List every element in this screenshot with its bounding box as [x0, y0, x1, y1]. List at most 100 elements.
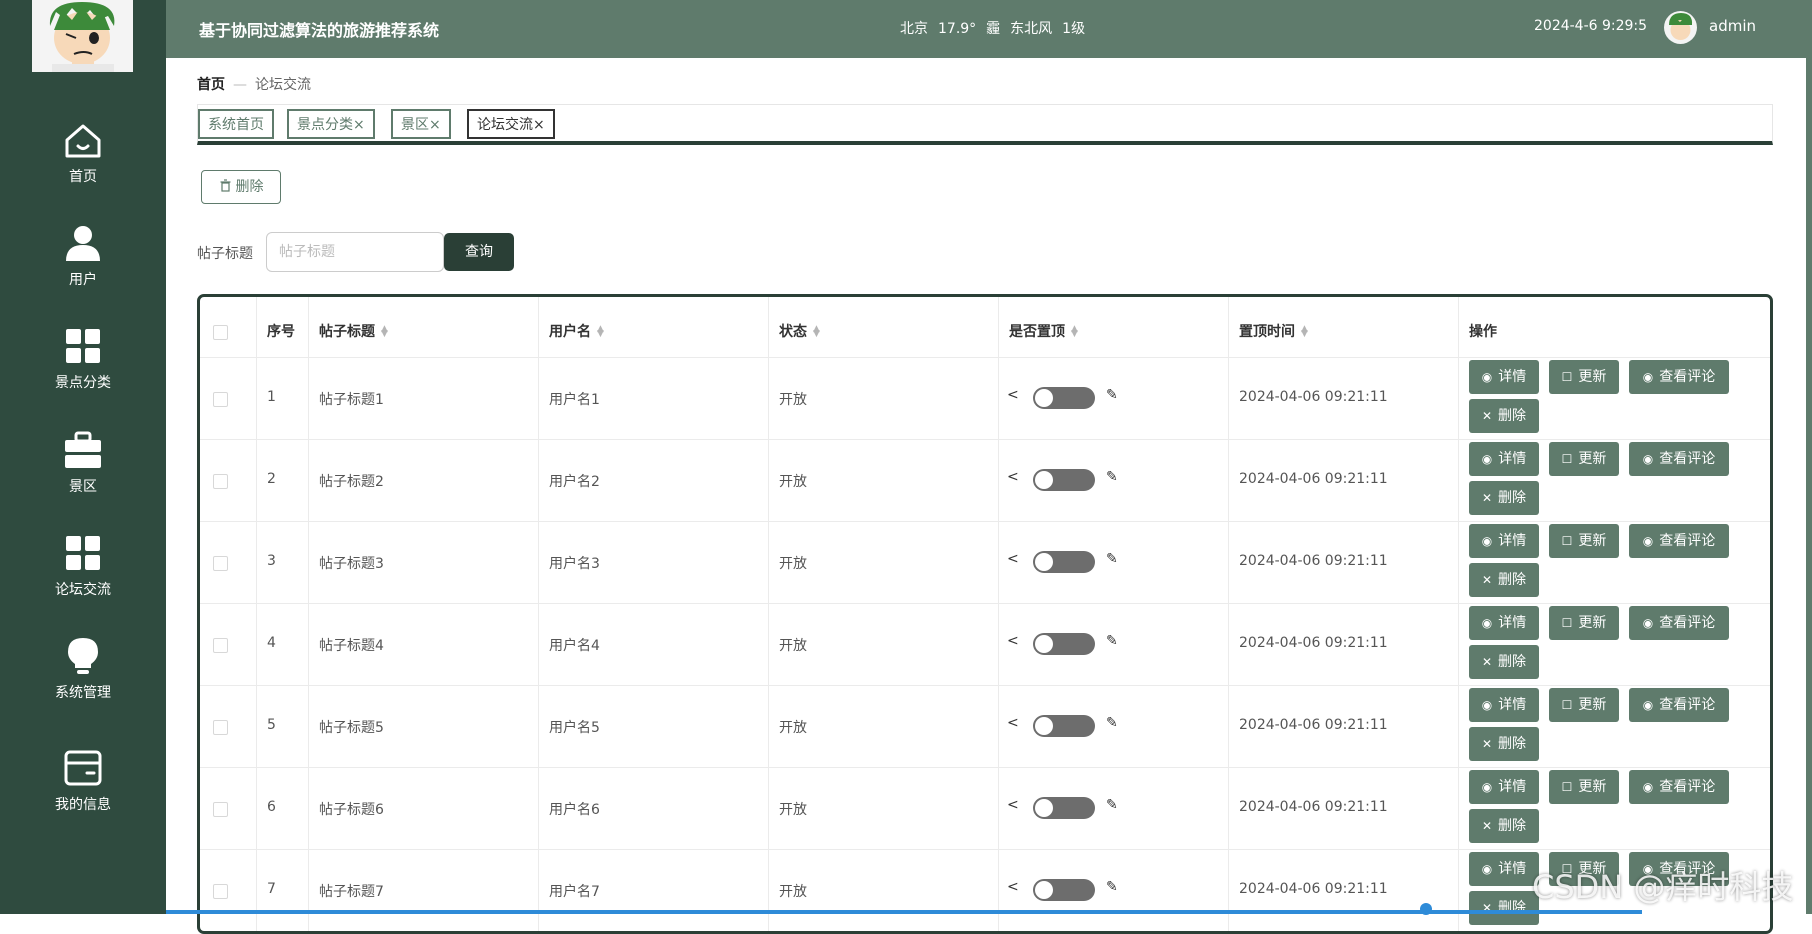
update-button[interactable]: ☐ 更新	[1549, 770, 1619, 804]
eye-icon: ◉	[1481, 534, 1493, 548]
delete-button[interactable]: ✕ 删除	[1469, 809, 1539, 843]
sort-icon[interactable]: ▲ ▼	[1301, 325, 1308, 339]
delete-button[interactable]: ✕ 删除	[1469, 645, 1539, 679]
sidebar-item-user[interactable]: 用户	[0, 221, 166, 313]
column-header-status[interactable]: 状态 ▲ ▼	[779, 321, 820, 341]
detail-button[interactable]: ◉ 详情	[1469, 442, 1539, 476]
pin-toggle[interactable]	[1033, 551, 1095, 573]
breadcrumb-home[interactable]: 首页	[197, 77, 225, 93]
pin-toggle[interactable]	[1033, 797, 1095, 819]
delete-button[interactable]: ✕ 删除	[1469, 891, 1539, 925]
edit-pen-icon[interactable]: ✎	[1106, 633, 1118, 649]
sidebar-item-category[interactable]: 景点分类	[0, 324, 166, 416]
switch-left-icon: <	[1007, 879, 1019, 895]
close-icon[interactable]: ×	[353, 117, 365, 133]
column-header-pin-time[interactable]: 置顶时间 ▲ ▼	[1239, 321, 1308, 341]
delete-button[interactable]: ✕ 删除	[1469, 563, 1539, 597]
scroll-handle[interactable]	[1420, 903, 1432, 915]
close-icon[interactable]: ×	[429, 117, 441, 133]
view-comments-button[interactable]: ◉ 查看评论	[1629, 770, 1729, 804]
delete-button[interactable]: ✕ 删除	[1469, 481, 1539, 515]
tab-scenic[interactable]: 景区×	[391, 109, 451, 139]
view-comments-button[interactable]: ◉ 查看评论	[1629, 606, 1729, 640]
update-button[interactable]: ☐ 更新	[1549, 442, 1619, 476]
column-header-title[interactable]: 帖子标题 ▲ ▼	[319, 321, 388, 341]
update-button[interactable]: ☐ 更新	[1549, 688, 1619, 722]
row-checkbox[interactable]	[213, 638, 228, 653]
batch-delete-button[interactable]: 删除	[201, 170, 281, 204]
update-button[interactable]: ☐ 更新	[1549, 524, 1619, 558]
edit-pen-icon[interactable]: ✎	[1106, 797, 1118, 813]
select-all-checkbox[interactable]	[213, 325, 228, 340]
edit-pen-icon[interactable]: ✎	[1106, 879, 1118, 895]
column-header-username[interactable]: 用户名 ▲ ▼	[549, 321, 604, 341]
search-input[interactable]	[266, 232, 444, 272]
edit-pen-icon[interactable]: ✎	[1106, 469, 1118, 485]
view-comments-button[interactable]: ◉ 查看评论	[1629, 524, 1729, 558]
edit-pen-icon[interactable]: ✎	[1106, 551, 1118, 567]
detail-button[interactable]: ◉ 详情	[1469, 770, 1539, 804]
row-checkbox[interactable]	[213, 802, 228, 817]
delete-button[interactable]: ✕ 删除	[1469, 399, 1539, 433]
button-label: 删除	[1498, 736, 1527, 752]
sidebar-item-system[interactable]: 系统管理	[0, 634, 166, 726]
column-header-pinned[interactable]: 是否置顶 ▲ ▼	[1009, 321, 1078, 341]
toggle-knob	[1035, 717, 1053, 735]
close-icon[interactable]: ×	[533, 117, 545, 133]
detail-button[interactable]: ◉ 详情	[1469, 360, 1539, 394]
detail-button[interactable]: ◉ 详情	[1469, 606, 1539, 640]
row-checkbox[interactable]	[213, 884, 228, 899]
home-icon	[65, 124, 101, 158]
tab-forum[interactable]: 论坛交流×	[467, 109, 555, 139]
toggle-knob	[1035, 881, 1053, 899]
row-checkbox[interactable]	[213, 720, 228, 735]
edit-pen-icon[interactable]: ✎	[1106, 387, 1118, 403]
detail-button[interactable]: ◉ 详情	[1469, 688, 1539, 722]
edit-icon: ☐	[1561, 452, 1573, 466]
row-checkbox[interactable]	[213, 392, 228, 407]
sort-icon[interactable]: ▲ ▼	[813, 325, 820, 339]
query-button[interactable]: 查询	[444, 233, 514, 271]
edit-pen-icon[interactable]: ✎	[1106, 715, 1118, 731]
sidebar-item-profile[interactable]: 我的信息	[0, 746, 166, 838]
datetime: 2024-4-6 9:29:5	[1534, 18, 1648, 34]
sort-icon[interactable]: ▲ ▼	[1071, 325, 1078, 339]
pin-toggle[interactable]	[1033, 715, 1095, 737]
view-comments-button[interactable]: ◉ 查看评论	[1629, 360, 1729, 394]
sort-icon[interactable]: ▲ ▼	[381, 325, 388, 339]
row-pin-time: 2024-04-06 09:21:11	[1239, 635, 1388, 651]
pin-toggle[interactable]	[1033, 879, 1095, 901]
view-comments-button[interactable]: ◉ 查看评论	[1629, 442, 1729, 476]
delete-button[interactable]: ✕ 删除	[1469, 727, 1539, 761]
sidebar-item-scenic[interactable]: 景区	[0, 428, 166, 520]
update-button[interactable]: ☐ 更新	[1549, 606, 1619, 640]
row-pin-time: 2024-04-06 09:21:11	[1239, 881, 1388, 897]
row-status: 开放	[779, 474, 807, 490]
weather-widget: 北京 17.9° 霾东北风 1级	[900, 18, 1095, 38]
column-header-label: 状态	[779, 324, 807, 340]
pin-toggle[interactable]	[1033, 469, 1095, 491]
username[interactable]: admin	[1709, 17, 1756, 35]
user-avatar[interactable]	[1664, 11, 1697, 44]
table-row: 6 帖子标题6 用户名6 开放 < ✎ 2024-04-06 09:21:11 ◉ 详情 ☐ 更新 ◉…	[200, 767, 1770, 849]
row-title: 帖子标题3	[319, 556, 384, 572]
sort-icon[interactable]: ▲ ▼	[597, 325, 604, 339]
view-comments-button[interactable]: ◉ 查看评论	[1629, 688, 1729, 722]
sidebar-item-home[interactable]: 首页	[0, 118, 166, 210]
window-scrollbar[interactable]	[1806, 0, 1812, 914]
eye-icon: ◉	[1642, 452, 1654, 466]
tab-category[interactable]: 景点分类×	[287, 109, 375, 139]
pin-toggle[interactable]	[1033, 387, 1095, 409]
row-checkbox[interactable]	[213, 474, 228, 489]
detail-button[interactable]: ◉ 详情	[1469, 524, 1539, 558]
detail-button[interactable]: ◉ 详情	[1469, 852, 1539, 886]
row-checkbox[interactable]	[213, 556, 228, 571]
weather-condition: 霾	[986, 21, 1001, 37]
row-status: 开放	[779, 802, 807, 818]
pin-toggle[interactable]	[1033, 633, 1095, 655]
update-button[interactable]: ☐ 更新	[1549, 360, 1619, 394]
button-label: 更新	[1578, 779, 1607, 795]
sidebar-item-forum[interactable]: 论坛交流	[0, 531, 166, 623]
tab-system-home[interactable]: 系统首页	[198, 109, 274, 139]
sidebar-item-label: 用户	[69, 272, 97, 288]
